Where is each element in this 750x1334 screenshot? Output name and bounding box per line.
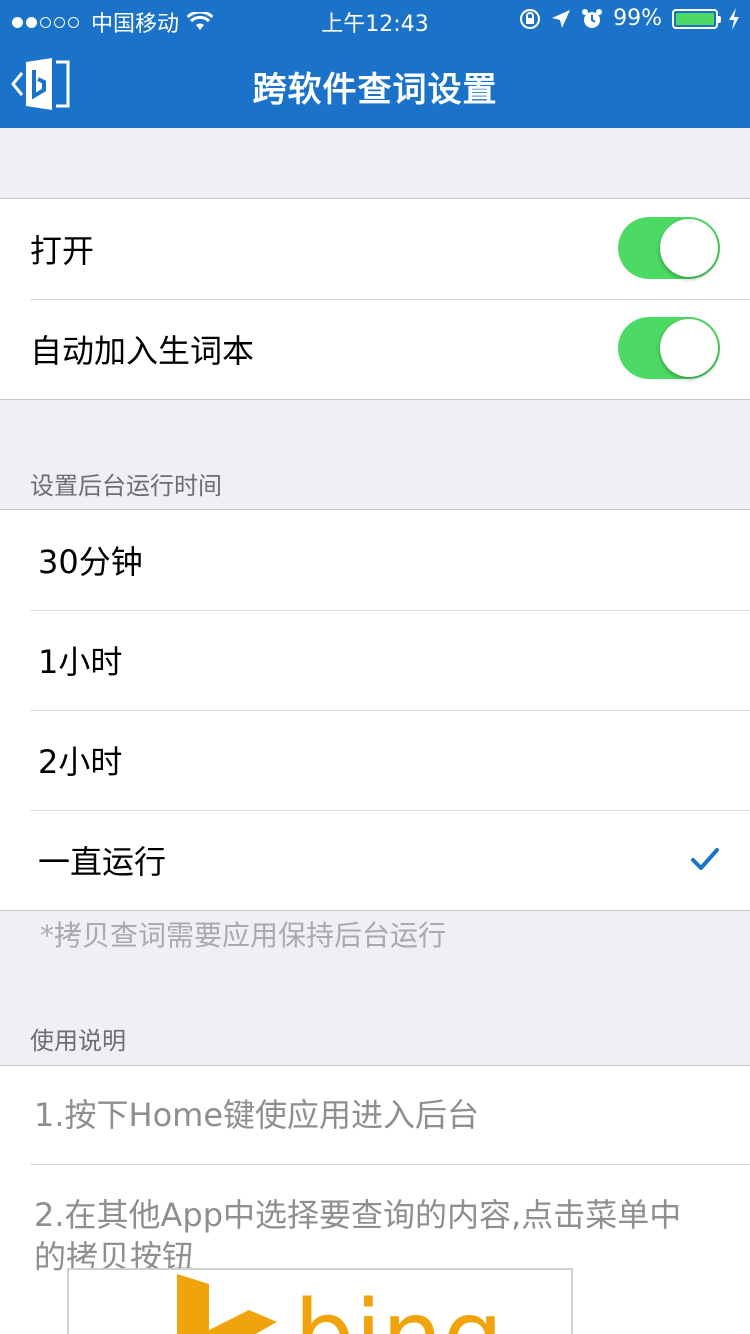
option-1-hour[interactable]: 1小时 — [0, 610, 750, 710]
auto-add-toggle[interactable] — [618, 317, 720, 379]
checkmark-icon — [691, 848, 719, 870]
help-section-header: 使用说明 — [30, 1027, 126, 1055]
page-title: 跨软件查词设置 — [252, 70, 498, 110]
option-2-hours[interactable]: 2小时 — [0, 710, 750, 810]
toggle-row-open: 打开 — [0, 199, 750, 299]
toggles-group: 打开 自动加入生词本 — [0, 198, 750, 400]
auto-add-label: 自动加入生词本 — [30, 332, 255, 370]
navigation-bar: 跨软件查词设置 — [0, 40, 750, 128]
location-arrow-icon — [552, 9, 571, 28]
option-label: 30分钟 — [38, 543, 143, 581]
top-bar: 中国移动 上午12:43 99% 跨软件查词设置 — [0, 0, 750, 128]
status-bar: 中国移动 上午12:43 99% — [0, 0, 750, 40]
charging-bolt-icon — [729, 7, 739, 30]
toggle-knob — [660, 319, 718, 377]
open-label: 打开 — [30, 232, 95, 270]
help-step-1: 1.按下Home键使应用进入后台 — [34, 1096, 480, 1134]
rotation-lock-icon — [520, 8, 541, 29]
option-label: 一直运行 — [38, 843, 167, 881]
open-toggle[interactable] — [618, 217, 720, 279]
runtime-section-header: 设置后台运行时间 — [30, 472, 222, 500]
battery-percent: 99% — [613, 6, 662, 31]
battery-icon — [672, 8, 721, 29]
toggle-row-auto-add: 自动加入生词本 — [0, 299, 750, 399]
option-label: 2小时 — [38, 743, 123, 781]
bing-b-logo-icon — [177, 1274, 277, 1334]
status-right: 99% — [519, 6, 740, 31]
bing-logo-image: bing — [67, 1268, 573, 1334]
alarm-icon — [582, 8, 603, 28]
runtime-options-group: 30分钟 1小时 2小时 一直运行 — [0, 509, 750, 911]
option-30-minutes[interactable]: 30分钟 — [0, 510, 750, 610]
option-label: 1小时 — [38, 643, 123, 681]
option-always-run[interactable]: 一直运行 — [0, 810, 750, 910]
app: 中国移动 上午12:43 99% 跨软件查词设置 打开 自动加入生词本 设置后台… — [0, 0, 750, 1334]
runtime-footer-note: *拷贝查词需要应用保持后台运行 — [40, 919, 447, 952]
bing-wordmark: bing — [294, 1288, 503, 1334]
toggle-knob — [660, 219, 718, 277]
